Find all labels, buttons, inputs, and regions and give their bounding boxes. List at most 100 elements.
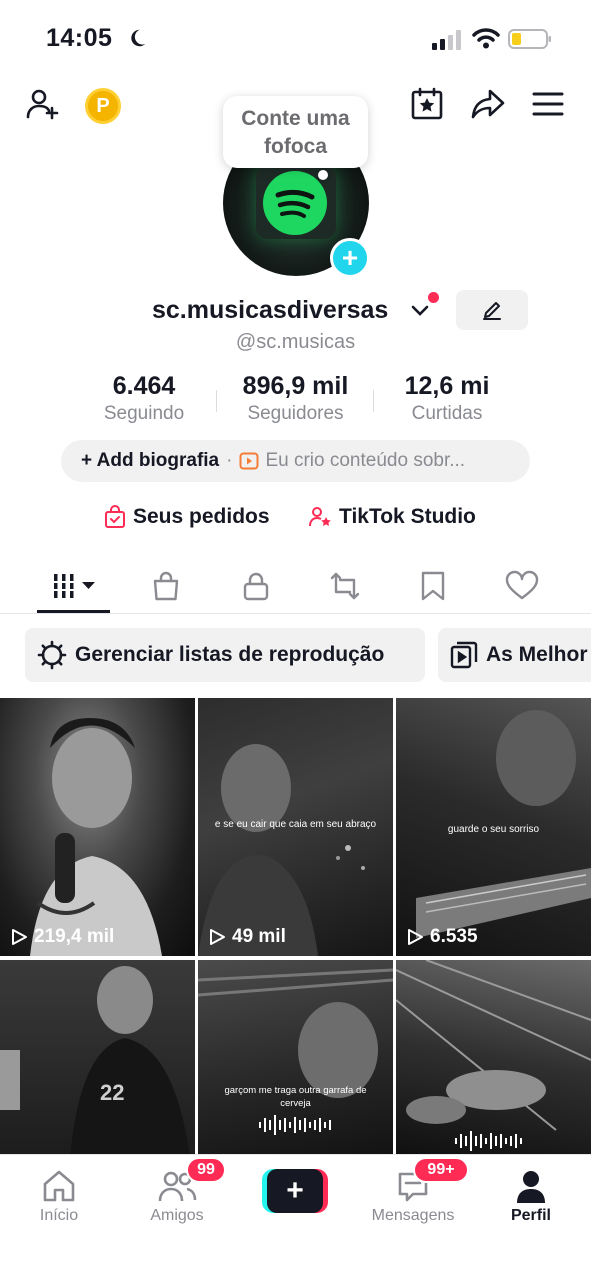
notification-dot	[428, 292, 439, 303]
video-views-count: 6.535	[430, 926, 478, 947]
nav-messages-label: Mensagens	[371, 1207, 455, 1224]
manage-playlists-button[interactable]: Gerenciar listas de reprodução	[25, 628, 425, 682]
video-caption: garçom me traga outra garrafa de cerveja	[224, 1085, 367, 1109]
stat-followers-label: Seguidores	[247, 403, 344, 424]
video-views: 49 mil	[208, 926, 286, 948]
nav-profile-label: Perfil	[510, 1207, 551, 1224]
play-icon	[210, 929, 225, 945]
thumbnail-art	[396, 960, 591, 1151]
video-grid: 219,4 mil e se eu cair que caia em seu a…	[0, 698, 591, 1158]
nav-friends-label: Amigos	[150, 1207, 204, 1224]
wifi-icon	[472, 28, 500, 49]
plus-icon: +	[267, 1169, 323, 1213]
bio-bar[interactable]: + Add biografia · Eu crio conteúdo sobr.…	[61, 440, 530, 482]
video-play-icon	[239, 452, 259, 470]
calendar-star-icon[interactable]	[407, 84, 447, 124]
spotify-logo	[263, 171, 327, 235]
tab-liked[interactable]	[502, 566, 542, 606]
video-thumbnail[interactable]: 22	[0, 960, 195, 1158]
video-caption: e se eu cair que caia em seu abraço	[214, 819, 377, 830]
bookmark-icon	[421, 571, 445, 601]
bubble-tail	[318, 170, 328, 180]
active-tab-indicator	[37, 610, 110, 613]
coin-icon[interactable]: P	[85, 88, 121, 124]
stat-likes-value: 12,6 mi	[404, 372, 490, 400]
friends-count-badge: 99	[186, 1157, 226, 1183]
edit-profile-button[interactable]	[456, 290, 528, 330]
shop-icon	[153, 571, 179, 601]
svg-text:22: 22	[100, 1080, 124, 1105]
play-icon	[408, 929, 423, 945]
tab-private[interactable]	[236, 566, 276, 606]
playlist-best-label: As Melhor	[486, 643, 588, 666]
heart-icon	[505, 570, 539, 600]
status-time: 14:05	[46, 24, 113, 52]
video-views-count: 219,4 mil	[34, 926, 115, 947]
person-icon	[517, 1171, 545, 1203]
playlist-best[interactable]: As Melhor	[438, 628, 591, 682]
bottom-nav: Início Amigos 99 + Mensagens 99+ Perfil	[0, 1154, 591, 1280]
add-friend-icon[interactable]	[22, 84, 62, 124]
orders-link[interactable]: Seus pedidos	[104, 505, 270, 529]
create-button[interactable]: +	[262, 1169, 328, 1213]
story-prompt-bubble[interactable]: Conte uma fofoca	[223, 96, 368, 168]
video-thumbnail[interactable]: e se eu cair que caia em seu abraço 49 m…	[198, 698, 393, 956]
thumbnail-art	[30, 718, 162, 956]
nav-profile[interactable]: Perfil	[486, 1165, 576, 1225]
stat-likes-label: Curtidas	[411, 403, 483, 424]
play-icon	[12, 929, 27, 945]
video-thumbnail[interactable]	[396, 960, 591, 1158]
video-views-count: 49 mil	[232, 926, 286, 947]
tab-favorites[interactable]	[413, 566, 453, 606]
profile-tabs	[0, 558, 591, 614]
moon-icon	[131, 29, 146, 47]
shopping-bag-icon	[105, 505, 125, 528]
chevron-down-icon[interactable]	[410, 304, 430, 318]
battery-icon	[508, 29, 551, 49]
playlist-icon	[450, 641, 478, 669]
video-thumbnail[interactable]: garçom me traga outra garrafa de cerveja	[198, 960, 393, 1158]
status-bar: 14:05	[0, 0, 591, 70]
username-handle: @sc.musicas	[235, 331, 356, 353]
video-views: 219,4 mil	[10, 926, 114, 948]
add-story-button[interactable]: +	[330, 238, 370, 278]
gear-icon	[37, 640, 67, 670]
creator-star-icon	[309, 507, 331, 527]
messages-count-badge: 99+	[413, 1157, 469, 1183]
manage-playlists-label: Gerenciar listas de reprodução	[75, 643, 385, 666]
nav-home[interactable]: Início	[14, 1165, 104, 1225]
repost-icon	[330, 572, 360, 600]
share-icon[interactable]	[468, 84, 508, 124]
edit-icon	[483, 302, 501, 320]
tab-reposts[interactable]	[325, 566, 365, 606]
orders-label: Seus pedidos	[133, 505, 270, 528]
video-views: 6.535	[406, 926, 478, 948]
tab-videos[interactable]	[52, 566, 98, 606]
stat-followers-value: 896,9 mil	[242, 372, 349, 400]
video-caption: guarde o seu sorriso	[447, 824, 540, 835]
signal-icon	[432, 30, 461, 50]
stat-divider	[373, 390, 374, 412]
home-icon	[43, 1170, 75, 1202]
video-thumbnail[interactable]: guarde o seu sorriso 6.535	[396, 698, 591, 956]
stat-divider	[216, 390, 217, 412]
stat-followers[interactable]: 896,9 mil Seguidores	[228, 372, 363, 425]
bubble-line-1: Conte uma	[241, 107, 350, 130]
lock-icon	[243, 572, 269, 601]
bubble-line-2: fofoca	[264, 135, 327, 158]
grid-icon	[54, 574, 95, 598]
thumbnail-art	[198, 968, 393, 1135]
nav-home-label: Início	[39, 1207, 79, 1224]
stat-following[interactable]: 6.464 Seguindo	[94, 372, 194, 425]
add-bio-button[interactable]: + Add biografia	[81, 450, 219, 472]
video-thumbnail[interactable]: 219,4 mil	[0, 698, 195, 956]
studio-link[interactable]: TikTok Studio	[308, 505, 476, 529]
stat-likes[interactable]: 12,6 mi Curtidas	[392, 372, 502, 425]
tab-shop[interactable]	[146, 566, 186, 606]
studio-label: TikTok Studio	[339, 505, 476, 528]
bio-text: Eu crio conteúdo sobr...	[265, 450, 466, 471]
stat-following-value: 6.464	[112, 372, 176, 400]
display-name[interactable]: sc.musicasdiversas	[152, 296, 388, 325]
menu-icon[interactable]	[528, 84, 568, 124]
stat-following-label: Seguindo	[103, 403, 185, 424]
